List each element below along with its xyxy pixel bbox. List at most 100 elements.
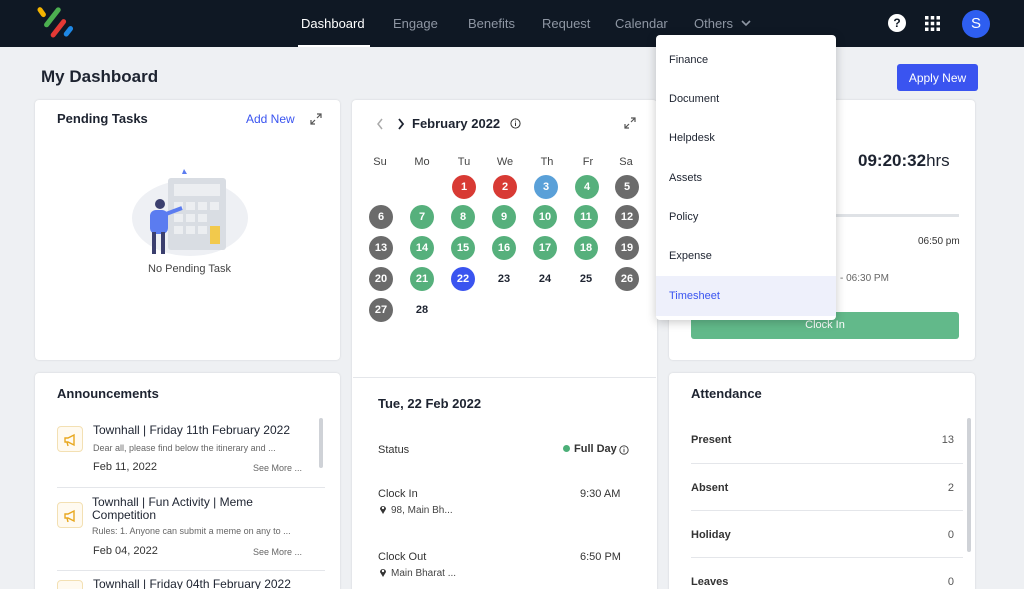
calendar-day[interactable]: 20 bbox=[369, 267, 393, 291]
calendar-day[interactable]: 19 bbox=[615, 236, 639, 260]
attendance-value: 13 bbox=[941, 434, 954, 446]
attendance-label: Leaves bbox=[691, 576, 729, 588]
announcement-title[interactable]: Townhall | Friday 11th February 2022 bbox=[93, 424, 290, 437]
weekday-label: Fr bbox=[582, 156, 594, 168]
add-new-task-link[interactable]: Add New bbox=[246, 112, 295, 126]
nav-engage[interactable]: Engage bbox=[393, 16, 438, 31]
attendance-value: 0 bbox=[947, 529, 954, 541]
elapsed-time-unit: hrs bbox=[926, 151, 950, 170]
nav-benefits[interactable]: Benefits bbox=[468, 16, 515, 31]
calendar-day[interactable]: 4 bbox=[575, 175, 599, 199]
brand-logo[interactable] bbox=[36, 5, 76, 41]
clock-out-time: 6:50 PM bbox=[580, 551, 621, 563]
calendar-day[interactable]: 1 bbox=[452, 175, 476, 199]
calendar-day[interactable]: 14 bbox=[410, 236, 434, 260]
attendance-label: Present bbox=[691, 434, 732, 446]
announcement-title[interactable]: Townhall | Fun Activity | Meme Competiti… bbox=[92, 496, 317, 522]
calendar-day[interactable]: 7 bbox=[410, 205, 434, 229]
menu-item-timesheet[interactable]: Timesheet bbox=[669, 290, 720, 302]
calendar-day[interactable]: 17 bbox=[533, 236, 557, 260]
megaphone-icon bbox=[57, 580, 83, 589]
menu-item-document[interactable]: Document bbox=[669, 93, 719, 105]
menu-item-expense[interactable]: Expense bbox=[669, 250, 712, 262]
chevron-left-icon[interactable] bbox=[376, 118, 384, 130]
calendar-day[interactable]: 2 bbox=[493, 175, 517, 199]
chevron-down-icon[interactable] bbox=[741, 19, 751, 27]
calendar-day[interactable]: 12 bbox=[615, 205, 639, 229]
calendar-month: February 2022 bbox=[412, 116, 501, 131]
menu-item-assets[interactable]: Assets bbox=[669, 172, 702, 184]
clock-out-location: Main Bharat ... bbox=[391, 568, 457, 579]
clock-in-time: 9:30 AM bbox=[580, 488, 621, 500]
weekday-label: We bbox=[496, 156, 514, 168]
help-icon[interactable]: ? bbox=[888, 14, 906, 32]
weekday-label: Mo bbox=[414, 156, 430, 168]
apps-grid-icon[interactable] bbox=[925, 16, 940, 31]
announcement-body: Dear all, please find below the itinerar… bbox=[93, 443, 276, 453]
nav-others[interactable]: Others bbox=[694, 16, 733, 31]
divider bbox=[691, 510, 963, 511]
menu-item-helpdesk[interactable]: Helpdesk bbox=[669, 132, 715, 144]
status-dot bbox=[563, 445, 570, 452]
calendar-day[interactable]: 3 bbox=[534, 175, 558, 199]
menu-item-finance[interactable]: Finance bbox=[669, 54, 708, 66]
status-value: Full Day bbox=[563, 443, 617, 455]
empty-tasks-text: No Pending Task bbox=[148, 263, 231, 275]
announcement-title[interactable]: Townhall | Friday 04th February 2022 bbox=[93, 578, 291, 589]
info-icon[interactable] bbox=[619, 445, 629, 455]
calendar-day[interactable]: 23 bbox=[492, 267, 516, 291]
apply-new-button[interactable]: Apply New bbox=[897, 64, 978, 91]
calendar-day[interactable]: 15 bbox=[451, 236, 475, 260]
megaphone-icon bbox=[57, 502, 83, 528]
calendar-day[interactable]: 26 bbox=[615, 267, 639, 291]
empty-tasks-illustration bbox=[132, 169, 248, 256]
see-more-link[interactable]: See More ... bbox=[253, 547, 302, 557]
calendar-day[interactable]: 8 bbox=[451, 205, 475, 229]
nav-request[interactable]: Request bbox=[542, 16, 590, 31]
nav-dashboard[interactable]: Dashboard bbox=[301, 16, 365, 31]
divider bbox=[353, 377, 656, 378]
calendar-day[interactable]: 27 bbox=[369, 298, 393, 322]
calendar-day[interactable]: 18 bbox=[574, 236, 598, 260]
info-icon[interactable] bbox=[510, 118, 521, 129]
announcements-title: Announcements bbox=[57, 386, 159, 401]
clock-in-label: Clock In bbox=[378, 488, 418, 500]
announcements-scrollbar[interactable] bbox=[319, 418, 323, 468]
divider bbox=[691, 463, 963, 464]
calendar-day[interactable]: 21 bbox=[410, 267, 434, 291]
expand-icon[interactable] bbox=[624, 117, 636, 129]
calendar-day[interactable]: 9 bbox=[492, 205, 516, 229]
pending-tasks-title: Pending Tasks bbox=[57, 111, 148, 126]
user-avatar[interactable]: S bbox=[962, 10, 990, 38]
divider bbox=[57, 570, 325, 571]
chevron-right-icon[interactable] bbox=[397, 118, 405, 130]
attendance-value: 0 bbox=[947, 576, 954, 588]
calendar-day[interactable]: 25 bbox=[574, 267, 598, 291]
calendar-day[interactable]: 5 bbox=[615, 175, 639, 199]
attendance-value: 2 bbox=[947, 482, 954, 494]
shift-timing: - 06:30 PM bbox=[840, 273, 889, 284]
calendar-day[interactable]: 6 bbox=[369, 205, 393, 229]
nav-calendar[interactable]: Calendar bbox=[615, 16, 668, 31]
calendar-day[interactable]: 10 bbox=[533, 205, 557, 229]
see-more-link[interactable]: See More ... bbox=[253, 463, 302, 473]
calendar-day[interactable]: 13 bbox=[369, 236, 393, 260]
menu-item-policy[interactable]: Policy bbox=[669, 211, 698, 223]
announcement-body: Rules: 1. Anyone can submit a meme on an… bbox=[92, 526, 291, 536]
calendar-day[interactable]: 16 bbox=[492, 236, 516, 260]
calendar-day[interactable]: 24 bbox=[533, 267, 557, 291]
megaphone-icon bbox=[57, 426, 83, 452]
selected-date: Tue, 22 Feb 2022 bbox=[378, 396, 482, 411]
status-text: Full Day bbox=[574, 443, 617, 455]
weekday-label: Tu bbox=[457, 156, 471, 168]
announcement-date: Feb 04, 2022 bbox=[93, 545, 158, 557]
weekday-label: Su bbox=[373, 156, 387, 168]
divider bbox=[691, 557, 963, 558]
location-pin-icon bbox=[380, 569, 386, 577]
calendar-day[interactable]: 28 bbox=[410, 298, 434, 322]
calendar-day-selected[interactable]: 22 bbox=[451, 267, 475, 291]
expand-icon[interactable] bbox=[310, 113, 322, 125]
calendar-day[interactable]: 11 bbox=[574, 205, 598, 229]
clock-out-label: Clock Out bbox=[378, 551, 427, 563]
attendance-scrollbar[interactable] bbox=[967, 418, 971, 552]
